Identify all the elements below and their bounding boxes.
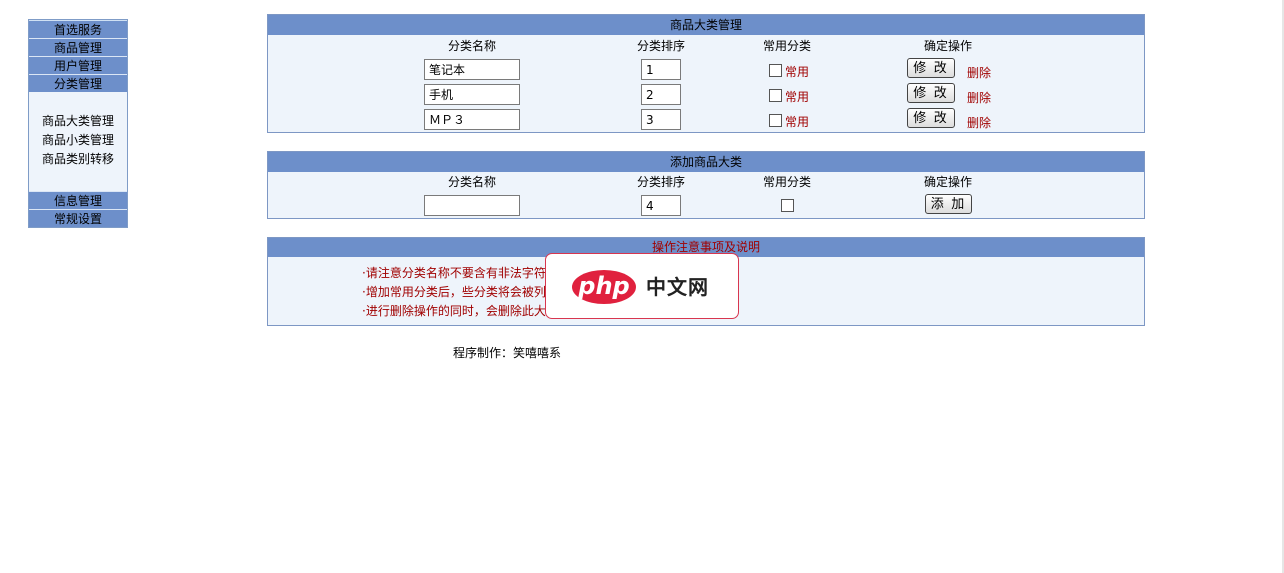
sidebar-link-minor-category[interactable]: 商品小类管理 bbox=[29, 131, 127, 150]
panel-title: 添加商品大类 bbox=[268, 152, 1144, 172]
column-header-order: 分类排序 bbox=[637, 39, 686, 53]
category-name-input[interactable] bbox=[424, 84, 520, 105]
category-order-input[interactable] bbox=[641, 109, 681, 130]
common-checkbox[interactable] bbox=[769, 89, 782, 102]
common-checkbox[interactable] bbox=[769, 64, 782, 77]
sidebar-link-major-category[interactable]: 商品大类管理 bbox=[29, 112, 127, 131]
note-line: ·请注意分类名称不要含有非法字符 bbox=[362, 266, 546, 280]
category-name-input[interactable] bbox=[424, 59, 520, 80]
column-header-name: 分类名称 bbox=[448, 175, 497, 189]
sidebar-item-info-management[interactable]: 信息管理 bbox=[29, 191, 127, 209]
sidebar-item-user-management[interactable]: 用户管理 bbox=[29, 56, 127, 74]
add-category-panel: 添加商品大类 分类名称 分类排序 常用分类 确定操作 添 加 bbox=[267, 151, 1145, 219]
new-category-name-input[interactable] bbox=[424, 195, 520, 216]
delete-link[interactable]: 删除 bbox=[967, 114, 991, 131]
sidebar-submenu: 商品大类管理 商品小类管理 商品类别转移 bbox=[29, 92, 127, 191]
common-checkbox[interactable] bbox=[769, 114, 782, 127]
sidebar-item-general-settings[interactable]: 常规设置 bbox=[29, 209, 127, 227]
column-header-action: 确定操作 bbox=[924, 175, 973, 189]
category-name-input[interactable] bbox=[424, 109, 520, 130]
common-label: 常用 bbox=[785, 65, 810, 79]
sidebar-item-product-management[interactable]: 商品管理 bbox=[29, 38, 127, 56]
note-line: ·进行删除操作的同时，会删除此大 bbox=[362, 304, 546, 318]
category-order-input[interactable] bbox=[641, 59, 681, 80]
column-header-common: 常用分类 bbox=[763, 175, 812, 189]
column-header-name: 分类名称 bbox=[448, 39, 497, 53]
delete-link[interactable]: 删除 bbox=[967, 89, 991, 106]
footer-credit: 程序制作：笑嘻嘻系 bbox=[453, 346, 562, 360]
logo-text: 中文网 bbox=[646, 275, 709, 299]
new-category-order-input[interactable] bbox=[641, 195, 681, 216]
note-line: ·增加常用分类后，些分类将会被列 bbox=[362, 285, 546, 299]
category-manage-panel: 商品大类管理 分类名称 分类排序 常用分类 确定操作 常用 修 改 删除 常用 … bbox=[267, 14, 1145, 133]
sidebar: 首选服务 商品管理 用户管理 分类管理 商品大类管理 商品小类管理 商品类别转移… bbox=[28, 19, 128, 228]
panel-title: 商品大类管理 bbox=[268, 15, 1144, 35]
column-header-common: 常用分类 bbox=[763, 39, 812, 53]
php-logo-watermark: php 中文网 bbox=[545, 253, 739, 319]
new-common-checkbox[interactable] bbox=[781, 199, 794, 212]
sidebar-item-category-management[interactable]: 分类管理 bbox=[29, 74, 127, 92]
modify-button[interactable]: 修 改 bbox=[907, 58, 955, 78]
category-order-input[interactable] bbox=[641, 84, 681, 105]
column-header-action: 确定操作 bbox=[924, 39, 973, 53]
column-header-order: 分类排序 bbox=[637, 175, 686, 189]
add-button[interactable]: 添 加 bbox=[925, 194, 972, 214]
modify-button[interactable]: 修 改 bbox=[907, 83, 955, 103]
common-label: 常用 bbox=[785, 90, 810, 104]
sidebar-link-category-transfer[interactable]: 商品类别转移 bbox=[29, 150, 127, 169]
php-logo-icon: php bbox=[572, 270, 636, 304]
delete-link[interactable]: 删除 bbox=[967, 64, 991, 81]
sidebar-item-preferred-service[interactable]: 首选服务 bbox=[29, 20, 127, 38]
modify-button[interactable]: 修 改 bbox=[907, 108, 955, 128]
common-label: 常用 bbox=[785, 115, 810, 129]
